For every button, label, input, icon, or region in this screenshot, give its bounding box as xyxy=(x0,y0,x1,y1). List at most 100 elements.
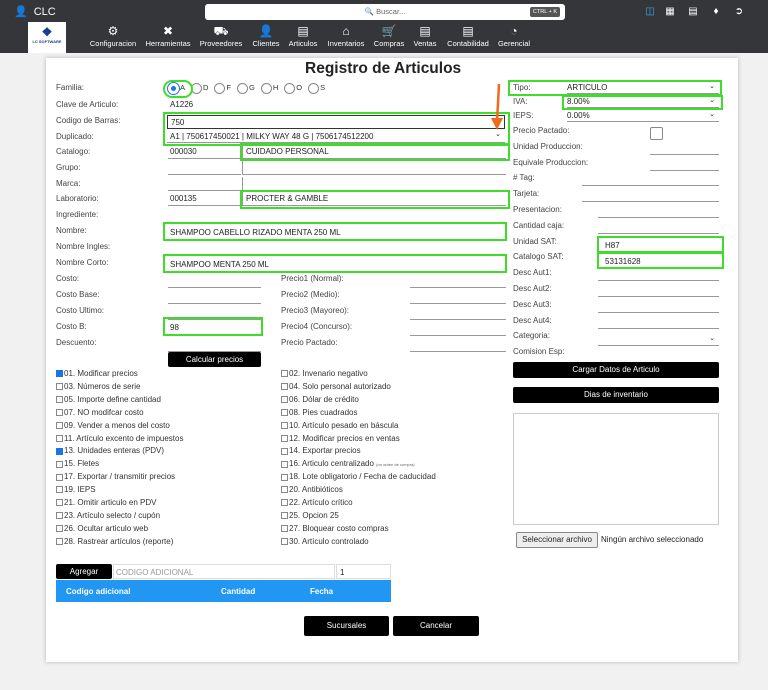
nombre-input[interactable]: SHAMPOO CABELLO RIZADO MENTA 250 ML xyxy=(163,222,507,241)
checkbox[interactable] xyxy=(56,383,63,391)
checkbox[interactable] xyxy=(281,499,288,507)
checkbox[interactable] xyxy=(56,409,63,417)
checkbox[interactable] xyxy=(281,421,288,429)
option-checkbox[interactable]: 02. Invenario negativo xyxy=(281,369,368,378)
checkbox[interactable] xyxy=(281,473,288,481)
field-input[interactable] xyxy=(598,229,719,234)
checkbox[interactable] xyxy=(56,434,63,442)
option-checkbox[interactable]: 18. Lote obligatorio / Fecha de caducida… xyxy=(281,472,436,481)
articles-icon[interactable]: ▤ xyxy=(688,6,698,17)
unidad-sat-input[interactable]: H87 xyxy=(597,236,724,253)
checkbox[interactable] xyxy=(281,460,288,468)
calcular-precios-button[interactable]: Calcular precios xyxy=(168,352,261,367)
grupo-code-input[interactable] xyxy=(168,161,241,175)
nav-item-herramientas[interactable]: ✖ Herramientas xyxy=(145,24,190,48)
sucursales-button[interactable]: Sucursales xyxy=(304,616,389,636)
field-input[interactable] xyxy=(598,308,719,313)
checkbox[interactable] xyxy=(281,512,288,520)
option-checkbox[interactable]: 19. IEPS xyxy=(56,485,96,494)
option-checkbox[interactable]: 06. Dólar de crédito xyxy=(281,395,359,404)
cancelar-button[interactable]: Cancelar xyxy=(393,616,479,636)
option-checkbox[interactable]: 21. Omitir articulo en PDV xyxy=(56,498,156,507)
checkbox[interactable] xyxy=(281,434,288,442)
checkbox[interactable] xyxy=(281,538,288,546)
checkbox[interactable] xyxy=(281,409,288,417)
field-input[interactable] xyxy=(598,213,719,218)
option-checkbox[interactable]: 27. Bloquear costo compras xyxy=(281,524,389,533)
option-checkbox[interactable]: 17. Exportar / transmitir precios xyxy=(56,472,175,481)
user-menu[interactable]: 👤 CLC xyxy=(14,5,56,19)
tags-icon[interactable]: ♦ xyxy=(711,6,721,17)
precio-input-3[interactable] xyxy=(410,311,506,320)
nav-item-contabilidad[interactable]: ▤ Contabilidad xyxy=(447,24,489,48)
option-checkbox[interactable]: 16. Articulo centralizado (no orden de c… xyxy=(281,459,415,468)
familia-radio-o[interactable]: O xyxy=(284,82,302,94)
checkbox[interactable] xyxy=(56,421,63,429)
checkbox[interactable] xyxy=(281,486,288,494)
checkbox[interactable] xyxy=(56,499,63,507)
descuento-input[interactable] xyxy=(168,343,261,352)
marca-name-input[interactable] xyxy=(242,177,506,191)
field-input[interactable] xyxy=(582,197,719,203)
document-icon[interactable]: ▦ xyxy=(665,6,675,17)
categoria-select[interactable]: ⌄ xyxy=(598,334,719,346)
option-checkbox[interactable]: 05. Importe define cantidad xyxy=(56,395,161,404)
catalogo-sat-input[interactable]: 53131628 xyxy=(597,252,724,269)
nav-item-compras[interactable]: 🛒 Compras xyxy=(374,24,404,48)
nav-item-gerencial[interactable]: ◔ Gerencial xyxy=(498,24,530,48)
codigo-adicional-input[interactable]: CODIGO ADICIONAL xyxy=(113,564,335,579)
option-checkbox[interactable]: 28. Rastrear artículos (reporte) xyxy=(56,537,173,546)
option-checkbox[interactable]: 12. Modificar precios en ventas xyxy=(281,434,400,443)
option-checkbox[interactable]: 30. Artículo controlado xyxy=(281,537,369,546)
logout-icon[interactable]: ➲ xyxy=(734,6,744,17)
checkbox[interactable] xyxy=(56,538,63,546)
familia-radio-g[interactable]: G xyxy=(237,82,255,94)
checkbox[interactable] xyxy=(281,383,288,391)
option-checkbox[interactable]: 04. Solo personal autorizado xyxy=(281,382,391,391)
dias-inventario-button[interactable]: Dias de inventario xyxy=(513,387,719,403)
option-checkbox[interactable]: 15. Fletes xyxy=(56,459,99,468)
checkbox[interactable] xyxy=(56,512,63,520)
nav-item-proveedores[interactable]: ⛟ Proveedores xyxy=(200,24,243,48)
nav-item-clientes[interactable]: 👤 Clientes xyxy=(252,24,279,48)
costo-b-input[interactable]: 98 xyxy=(163,317,263,336)
field-input[interactable] xyxy=(650,150,719,155)
option-checkbox[interactable]: 10. Artículo pesado en báscula xyxy=(281,421,398,430)
codigo-barras-input[interactable]: 750 xyxy=(167,115,505,129)
option-checkbox[interactable]: 07. NO modifcar costo xyxy=(56,408,144,417)
precio-input-1[interactable] xyxy=(410,279,506,288)
field-input[interactable] xyxy=(598,324,719,329)
precio-input-4[interactable] xyxy=(410,327,506,336)
checkbox[interactable] xyxy=(281,525,288,533)
option-checkbox[interactable]: 09. Vender a menos del costo xyxy=(56,421,170,430)
field-input[interactable] xyxy=(598,292,719,297)
nav-item-ventas[interactable]: ▤ Ventas xyxy=(414,24,437,48)
marca-code-input[interactable] xyxy=(168,177,241,191)
precio-input-2[interactable] xyxy=(410,295,506,304)
costo-base-input[interactable] xyxy=(168,295,261,304)
search-input[interactable]: 🔍 Buscar... CTRL + K xyxy=(205,4,565,20)
file-select-button[interactable]: Seleccionar archivo xyxy=(516,532,598,548)
laboratorio-code-input[interactable]: 000135 xyxy=(168,192,241,206)
nombre-corto-input[interactable]: SHAMPOO MENTA 250 ML xyxy=(163,254,507,273)
option-checkbox[interactable]: 08. Pies cuadrados xyxy=(281,408,358,417)
checkbox[interactable] xyxy=(281,396,288,404)
nav-item-inventarios[interactable]: ⌂ Inventarios xyxy=(328,24,365,48)
agregar-button[interactable]: Agregar xyxy=(56,564,112,579)
option-checkbox[interactable]: 13. Unidades enteras (PDV) xyxy=(56,446,164,455)
database-icon[interactable]: ◫ xyxy=(645,6,655,17)
checkbox[interactable] xyxy=(56,447,63,455)
checkbox[interactable] xyxy=(56,396,63,404)
checkbox[interactable] xyxy=(56,525,63,533)
ieps-select[interactable]: 0.00% ⌄ xyxy=(567,110,719,122)
field-input[interactable] xyxy=(582,181,719,187)
nav-item-articulos[interactable]: ▤ Articulos xyxy=(289,24,318,48)
precio-pactado-checkbox[interactable] xyxy=(650,127,663,140)
checkbox[interactable] xyxy=(56,486,63,494)
option-checkbox[interactable]: 14. Exportar precios xyxy=(281,446,361,455)
option-checkbox[interactable]: 26. Ocultar articulo web xyxy=(56,524,148,533)
familia-radio-s[interactable]: S xyxy=(308,82,325,94)
checkbox[interactable] xyxy=(56,473,63,481)
logo[interactable]: ❖ LC SOFTWARE xyxy=(28,22,66,53)
field-input[interactable] xyxy=(598,276,719,282)
